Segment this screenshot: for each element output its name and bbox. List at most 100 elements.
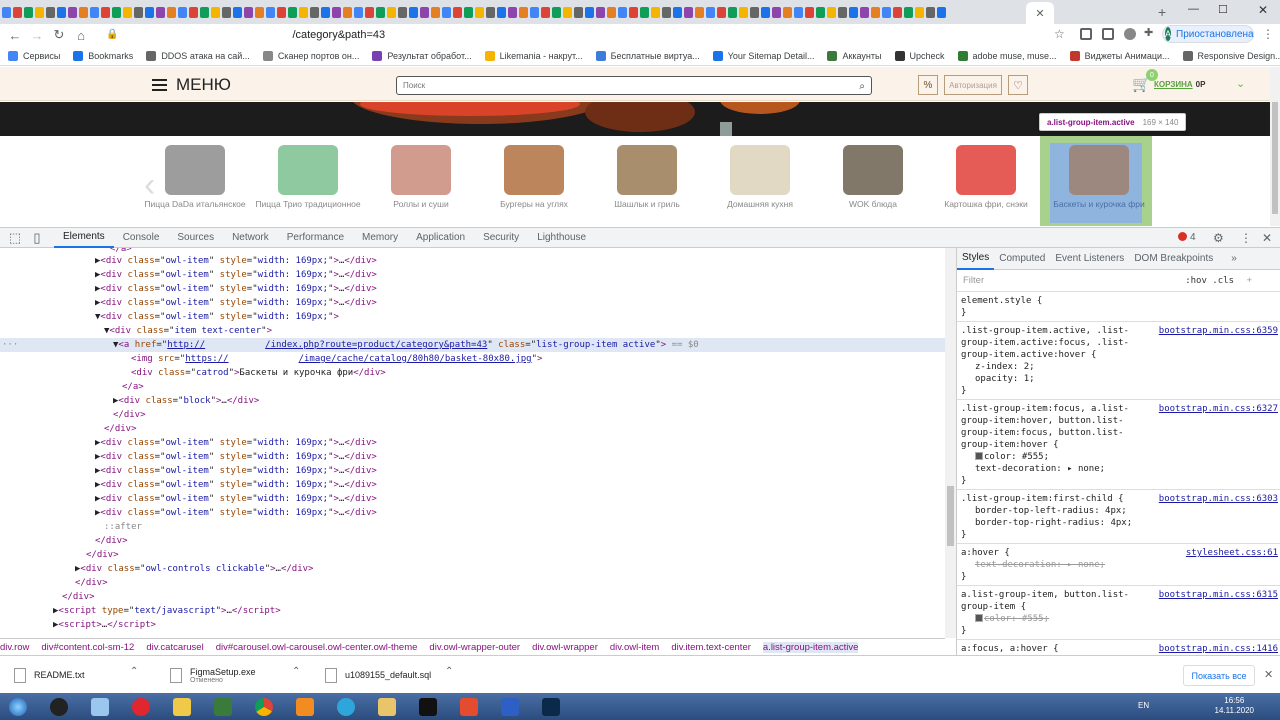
- tab-favicon-icon[interactable]: [266, 6, 275, 18]
- tab-favicon-icon[interactable]: [662, 6, 671, 18]
- taskbar-app-git[interactable]: [451, 695, 487, 719]
- tab-favicon-icon[interactable]: [607, 6, 616, 18]
- taskbar-app-explorer[interactable]: [369, 695, 405, 719]
- tab-favicon-icon[interactable]: [618, 6, 627, 18]
- language-indicator[interactable]: EN: [1138, 701, 1149, 710]
- dom-node-img[interactable]: <img src="https:///image/cache/catalog/8…: [131, 352, 542, 366]
- taskbar-app-files[interactable]: [82, 695, 118, 719]
- dom-node-close[interactable]: </div>: [113, 408, 146, 422]
- home-icon[interactable]: ⌂: [70, 25, 92, 45]
- page-scrollbar[interactable]: [1270, 67, 1280, 226]
- css-rule[interactable]: element.style {}: [957, 292, 1280, 322]
- taskbar-app-folder[interactable]: [164, 695, 200, 719]
- elements-scrollbar[interactable]: [945, 248, 956, 638]
- dom-node-selected-anchor[interactable]: ▼<a href="http:///index.php?route=produc…: [113, 338, 699, 352]
- auth-button[interactable]: Авторизация: [944, 75, 1002, 95]
- tab-favicon-icon[interactable]: [816, 6, 825, 18]
- dom-node-script[interactable]: ▶<script>…</script>: [53, 618, 156, 632]
- tab-favicon-icon[interactable]: [519, 6, 528, 18]
- devtools-menu-icon[interactable]: ⋮: [1240, 231, 1252, 245]
- heart-icon[interactable]: ♡: [1008, 75, 1028, 95]
- new-tab-button[interactable]: +: [1158, 4, 1166, 20]
- browser-menu-icon[interactable]: ⋮: [1262, 27, 1274, 41]
- css-property[interactable]: border-top-right-radius: 4px;: [961, 517, 1276, 529]
- tab-favicon-icon[interactable]: [563, 6, 572, 18]
- extensions-puzzle-icon[interactable]: ✚: [1144, 26, 1153, 39]
- bookmark-item[interactable]: Результат обработ...: [372, 50, 472, 61]
- download-item[interactable]: u1089155_default.sql ⌃: [325, 656, 453, 694]
- chevron-more-icon[interactable]: »: [1226, 248, 1242, 270]
- extension-icon-1[interactable]: [1080, 28, 1092, 40]
- dom-node-close[interactable]: </div>: [62, 590, 95, 604]
- rule-source-link[interactable]: bootstrap.min.css:1416: [1159, 643, 1278, 655]
- tab-favicon-icon[interactable]: [871, 6, 880, 18]
- bookmark-item[interactable]: Виджеты Анимаци...: [1069, 50, 1170, 61]
- tab-favicon-icon[interactable]: [475, 6, 484, 18]
- devtools-tab[interactable]: Memory: [353, 228, 407, 248]
- tab-favicon-icon[interactable]: [288, 6, 297, 18]
- dom-node-close[interactable]: </div>: [104, 422, 137, 436]
- taskbar-app-photoshop[interactable]: [533, 695, 569, 719]
- styles-tab[interactable]: Computed: [994, 248, 1050, 270]
- dom-node-close[interactable]: </div>: [86, 548, 119, 562]
- bookmark-item[interactable]: Responsive Design...: [1182, 50, 1280, 61]
- tab-favicon-icon[interactable]: [695, 6, 704, 18]
- settings-gear-icon[interactable]: ⚙: [1213, 231, 1224, 245]
- styles-tab[interactable]: DOM Breakpoints: [1129, 248, 1218, 270]
- rule-source-link[interactable]: bootstrap.min.css:6303: [1159, 493, 1278, 505]
- bookmark-item[interactable]: Bookmarks: [73, 50, 133, 61]
- bookmark-item[interactable]: Сканер портов он...: [262, 50, 359, 61]
- css-property[interactable]: z-index: 2;: [961, 361, 1276, 373]
- taskbar-app-nox[interactable]: [41, 695, 77, 719]
- add-rule-icon[interactable]: +: [1246, 275, 1252, 286]
- breadcrumb-item[interactable]: div.owl-item: [610, 642, 659, 653]
- bookmark-item[interactable]: Сервисы: [8, 50, 60, 61]
- devtools-tab[interactable]: Elements: [54, 228, 114, 248]
- css-rule[interactable]: bootstrap.min.css:6315 a.list-group-item,…: [957, 586, 1280, 640]
- tab-favicon-icon[interactable]: [530, 6, 539, 18]
- css-rule[interactable]: stylesheet.css:61 a:hover {text-decoratio…: [957, 544, 1280, 586]
- taskbar-app-terminal[interactable]: [205, 695, 241, 719]
- tab-favicon-icon[interactable]: [838, 6, 847, 18]
- back-icon[interactable]: ←: [4, 25, 26, 45]
- extension-icon-2[interactable]: [1102, 28, 1114, 40]
- styles-tab[interactable]: Event Listeners: [1050, 248, 1129, 270]
- tab-favicon-icon[interactable]: [904, 6, 913, 18]
- category-item[interactable]: Картошка фри, снэки: [931, 142, 1041, 211]
- tab-favicon-icon[interactable]: [794, 6, 803, 18]
- css-rule[interactable]: bootstrap.min.css:6359 .list-group-item.a…: [957, 322, 1280, 400]
- bookmark-item[interactable]: adobe muse, muse...: [957, 50, 1057, 61]
- tab-favicon-icon[interactable]: [310, 6, 319, 18]
- css-rule[interactable]: bootstrap.min.css:6303 .list-group-item:f…: [957, 490, 1280, 544]
- system-clock[interactable]: 16:56 14.11.2020: [1215, 696, 1254, 716]
- tab-favicon-icon[interactable]: [79, 6, 88, 18]
- devtools-close-icon[interactable]: ✕: [1262, 231, 1272, 245]
- dom-node-owl-item[interactable]: ▶<div class="owl-item" style="width: 169…: [95, 282, 377, 296]
- tab-favicon-icon[interactable]: [167, 6, 176, 18]
- dom-node-owl-item[interactable]: ▶<div class="owl-item" style="width: 169…: [95, 436, 377, 450]
- rule-source-link[interactable]: bootstrap.min.css:6359: [1159, 325, 1278, 337]
- tab-favicon-icon[interactable]: [772, 6, 781, 18]
- tab-favicon-icon[interactable]: [739, 6, 748, 18]
- forward-icon[interactable]: →: [26, 25, 48, 45]
- tab-favicon-icon[interactable]: [35, 6, 44, 18]
- tab-favicon-icon[interactable]: [860, 6, 869, 18]
- dom-node-owl-item[interactable]: ▶<div class="owl-item" style="width: 169…: [95, 450, 377, 464]
- devtools-tab[interactable]: Console: [114, 228, 169, 248]
- category-item[interactable]: Пицца DaDa итальянское: [140, 142, 250, 211]
- discount-button[interactable]: %: [918, 75, 938, 95]
- tab-favicon-icon[interactable]: [13, 6, 22, 18]
- download-item[interactable]: README.txt ⌃: [14, 656, 138, 694]
- category-item[interactable]: WOK блюда: [818, 142, 928, 211]
- tab-favicon-icon[interactable]: [145, 6, 154, 18]
- bookmark-item[interactable]: Likemania - накрут...: [484, 50, 583, 61]
- tab-favicon-icon[interactable]: [277, 6, 286, 18]
- tab-favicon-icon[interactable]: [156, 6, 165, 18]
- bookmark-item[interactable]: Бесплатные виртуа...: [595, 50, 700, 61]
- tab-favicon-icon[interactable]: [541, 6, 550, 18]
- tab-favicon-icon[interactable]: [46, 6, 55, 18]
- extension-icon-3[interactable]: [1124, 28, 1136, 40]
- tab-favicon-icon[interactable]: [486, 6, 495, 18]
- tab-favicon-icon[interactable]: [926, 6, 935, 18]
- tab-favicon-icon[interactable]: [354, 6, 363, 18]
